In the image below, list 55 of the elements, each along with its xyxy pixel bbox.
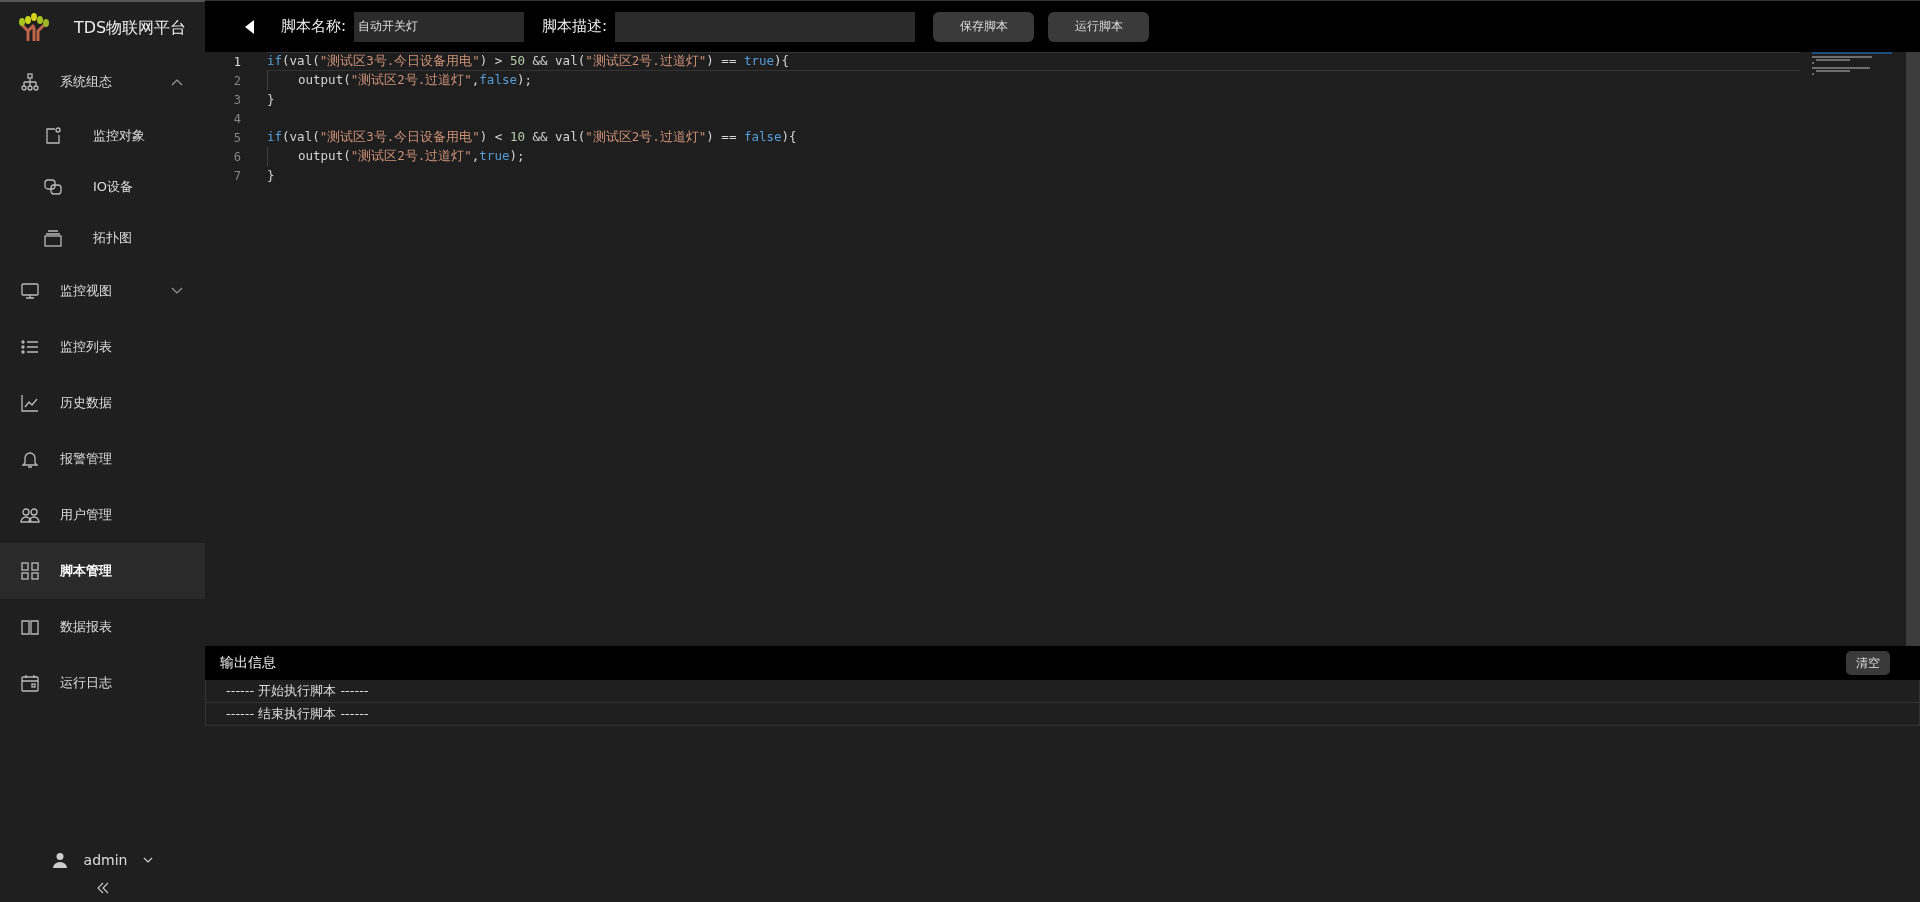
script-name-label: 脚本名称: bbox=[281, 17, 347, 36]
output-title: 输出信息 bbox=[220, 654, 276, 672]
code-line: if(val("测试区3号.今日设备用电") > 50 && val("测试区2号.过道灯") == true){ bbox=[267, 53, 790, 70]
script-description-label: 脚本描述: bbox=[542, 17, 608, 36]
code-line: output("测试区2号.过道灯",true); bbox=[298, 148, 525, 165]
clear-button[interactable]: 清空 bbox=[1846, 651, 1890, 675]
sitemap-icon bbox=[20, 72, 40, 92]
calendar-icon bbox=[20, 673, 40, 693]
line-number: 1 bbox=[232, 54, 241, 69]
script-description-field[interactable] bbox=[615, 11, 916, 42]
menu-item[interactable]: 监控视图 bbox=[0, 263, 205, 319]
code-line: } bbox=[267, 168, 275, 183]
menu-item[interactable]: 报警管理 bbox=[0, 431, 205, 487]
script-name-field[interactable]: 自动开关灯 bbox=[354, 11, 525, 42]
code-line: if(val("测试区3号.今日设备用电") < 10 && val("测试区2号.过道灯") == false){ bbox=[267, 129, 797, 146]
line-chart-icon bbox=[20, 393, 40, 413]
menu-item[interactable]: 运行日志 bbox=[0, 655, 205, 711]
back-triangle-icon[interactable] bbox=[245, 19, 255, 34]
line-number: 6 bbox=[232, 149, 241, 164]
scrollbar[interactable] bbox=[1906, 52, 1920, 646]
monitor-icon bbox=[20, 281, 40, 301]
platform-title: TDS物联网平台 bbox=[74, 17, 187, 39]
line-number: 5 bbox=[232, 130, 241, 145]
square-dot-icon bbox=[43, 125, 63, 146]
chevron-icon bbox=[143, 857, 154, 863]
book-icon bbox=[20, 617, 40, 637]
chevron-icon bbox=[171, 78, 183, 86]
line-number: 7 bbox=[232, 168, 241, 183]
stacked-box-icon bbox=[43, 227, 63, 248]
line-number: 4 bbox=[232, 111, 241, 126]
submenu-item[interactable]: 拓扑图 bbox=[0, 212, 205, 263]
line-number: 3 bbox=[232, 92, 241, 107]
submenu-item[interactable]: 监控对象 bbox=[0, 110, 205, 161]
menu-item[interactable]: 系统组态 bbox=[0, 54, 205, 110]
code-line: output("测试区2号.过道灯",false); bbox=[298, 72, 533, 89]
menu-item[interactable]: 脚本管理 bbox=[0, 543, 205, 599]
toolbar-button[interactable]: 运行脚本 bbox=[1048, 11, 1150, 42]
output-line: ------ 结束执行脚本 ------ bbox=[205, 703, 1920, 726]
toolbar-button[interactable]: 保存脚本 bbox=[933, 11, 1035, 42]
menu-item[interactable]: 监控列表 bbox=[0, 319, 205, 375]
users-icon bbox=[20, 505, 40, 525]
menu-item[interactable]: 历史数据 bbox=[0, 375, 205, 431]
line-number: 2 bbox=[232, 73, 241, 88]
user-menu[interactable]: admin bbox=[45, 850, 160, 870]
code-line: } bbox=[267, 92, 275, 107]
linked-squares-icon bbox=[43, 176, 63, 197]
menu-item[interactable]: 用户管理 bbox=[0, 487, 205, 543]
chevron-icon bbox=[171, 287, 183, 295]
submenu-item[interactable]: IO设备 bbox=[0, 161, 205, 212]
output-line: ------ 开始执行脚本 ------ bbox=[205, 680, 1920, 703]
user-icon bbox=[51, 852, 68, 868]
double-chevron-left-icon bbox=[96, 882, 109, 894]
menu-item[interactable]: 数据报表 bbox=[0, 599, 205, 655]
grid-icon bbox=[20, 561, 40, 581]
bell-icon bbox=[20, 449, 40, 469]
